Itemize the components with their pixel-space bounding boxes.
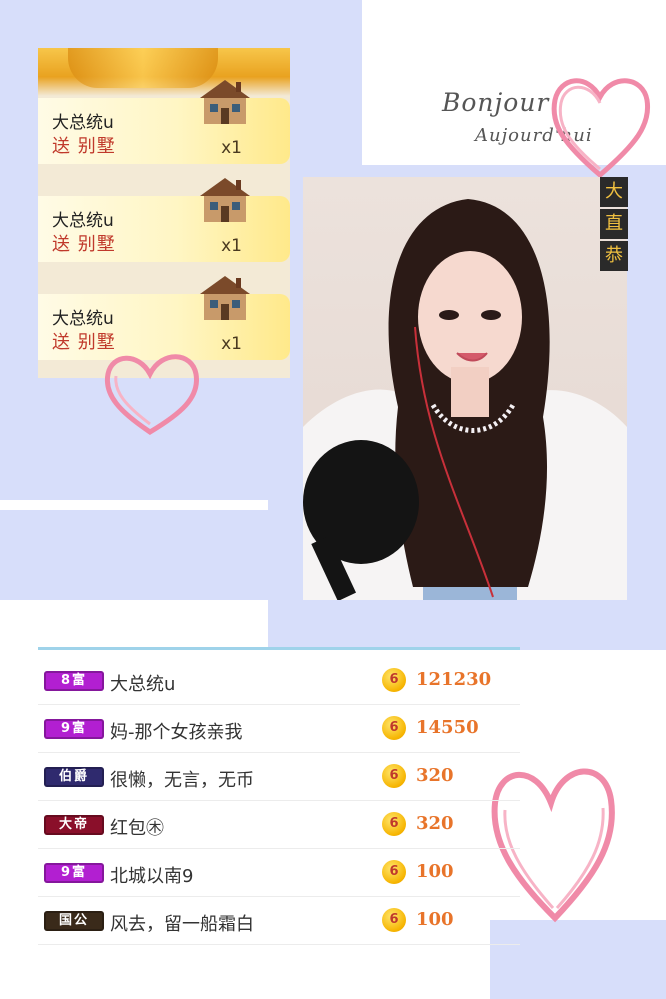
gift-panel: 大总统u 送 别墅 x1 大总统u 送 别墅 x1 大总统u 送 别墅 x1	[38, 48, 290, 378]
gift-sender: 大总统u	[52, 211, 114, 231]
contribution-amount: 320	[416, 765, 454, 786]
ranking-list: 8富 大总统u 6 121230 9富 妈-那个女孩亲我 6 14550 伯爵 …	[38, 657, 520, 945]
rank-badge: 大帝	[44, 815, 104, 835]
ranking-row[interactable]: 9富 妈-那个女孩亲我 6 14550	[38, 705, 520, 753]
contribution-amount: 100	[416, 861, 454, 882]
rank-badge: 伯爵	[44, 767, 104, 787]
rank-badge: 国公	[44, 911, 104, 931]
rank-badge: 8富	[44, 671, 104, 691]
ranking-row[interactable]: 国公 风去，留一船霜白 6 100	[38, 897, 520, 945]
ranking-divider	[38, 647, 520, 650]
user-name: 很懒，无言，无币	[110, 770, 254, 791]
rank-badge: 9富	[44, 863, 104, 883]
streamer-photo	[303, 177, 627, 600]
streamer-illustration	[303, 199, 627, 600]
ranking-row[interactable]: 9富 北城以南9 6 100	[38, 849, 520, 897]
side-tags: 大 直 恭	[600, 177, 628, 273]
user-name: 妈-那个女孩亲我	[110, 722, 243, 743]
bonjour-text: Bonjour	[442, 88, 550, 117]
ranking-row[interactable]: 大帝 红包㊍ 6 320	[38, 801, 520, 849]
villa-icon	[200, 80, 250, 124]
rank-badge: 9富	[44, 719, 104, 739]
villa-icon	[200, 276, 250, 320]
user-name: 北城以南9	[110, 866, 194, 887]
side-tag: 直	[600, 209, 628, 239]
gift-quantity: x1	[221, 334, 242, 354]
coin-icon: 6	[382, 764, 406, 788]
gift-item: 大总统u 送 别墅 x1	[38, 80, 290, 164]
gift-action: 送 别墅	[52, 136, 116, 157]
contribution-amount: 320	[416, 813, 454, 834]
ranking-row[interactable]: 8富 大总统u 6 121230	[38, 657, 520, 705]
gift-sender: 大总统u	[52, 309, 114, 329]
heart-doodle-icon	[104, 354, 199, 435]
contribution-amount: 121230	[416, 669, 492, 690]
user-name: 大总统u	[110, 674, 176, 695]
gift-action: 送 别墅	[52, 234, 116, 255]
gift-sender: 大总统u	[52, 113, 114, 133]
side-tag: 大	[600, 177, 628, 207]
coin-icon: 6	[382, 812, 406, 836]
coin-icon: 6	[382, 860, 406, 884]
background-block	[0, 510, 300, 600]
gift-item: 大总统u 送 别墅 x1	[38, 178, 290, 262]
user-name: 红包㊍	[110, 818, 164, 839]
coin-icon: 6	[382, 908, 406, 932]
contribution-amount: 14550	[416, 717, 479, 738]
villa-icon	[200, 178, 250, 222]
coin-icon: 6	[382, 668, 406, 692]
gift-quantity: x1	[221, 138, 242, 158]
contribution-amount: 100	[416, 909, 454, 930]
side-tag: 恭	[600, 241, 628, 271]
gift-quantity: x1	[221, 236, 242, 256]
user-name: 风去，留一船霜白	[110, 914, 254, 935]
heart-doodle-icon	[551, 78, 651, 179]
ranking-row[interactable]: 伯爵 很懒，无言，无币 6 320	[38, 753, 520, 801]
coin-icon: 6	[382, 716, 406, 740]
